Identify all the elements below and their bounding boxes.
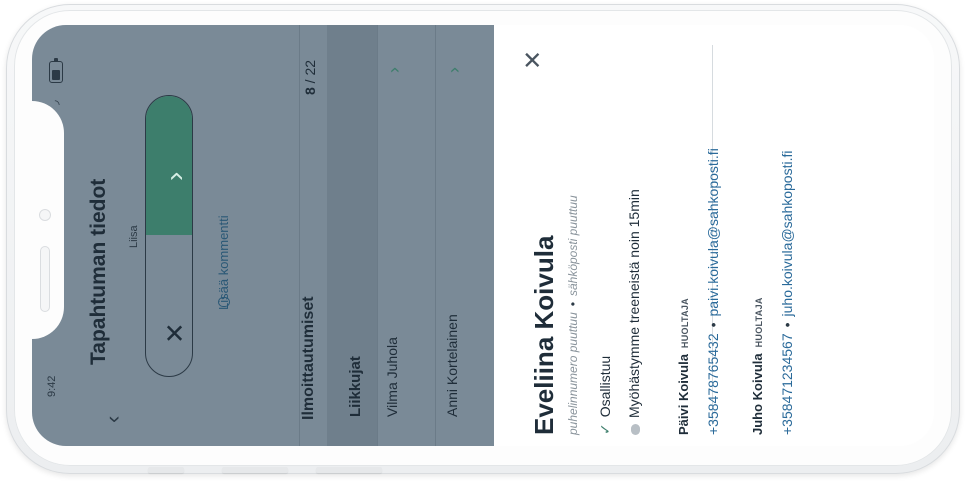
group-label: Liikkujat [347, 356, 364, 417]
guardian-role: HUOLTAJA [754, 297, 764, 348]
guardian-contact: +358471234567•juho.koivula@sahkoposti.fi [779, 150, 795, 436]
participant-comment: Myöhästymme treeneistä noin 15min [626, 189, 642, 435]
page-subtitle: Liisa [128, 225, 140, 248]
comment-icon [630, 424, 640, 435]
guardian-name: Juho Koivula [750, 353, 765, 435]
chevron-right-icon[interactable]: › [444, 67, 465, 73]
event-details-screen: 9:42 ◞ ‹ Tapahtuman tiedot Liisa › ✕ Lis… [32, 25, 494, 446]
chevron-icon: › [159, 171, 190, 181]
participant-name: Eveliina Koivula [529, 235, 559, 435]
row-divider [435, 25, 436, 446]
guardian-header: Juho Koivula HUOLTAJA [750, 297, 765, 435]
page-title: Tapahtuman tiedot [87, 178, 110, 365]
side-button [316, 467, 382, 473]
speaker-grille [40, 246, 50, 312]
email-missing: sähköposti puuttuu [566, 195, 580, 297]
guardian-role: HUOLTAJA [680, 298, 690, 349]
guardian-name: Päivi Koivula [676, 354, 691, 435]
wifi-icon: ◞ [47, 100, 61, 105]
registrations-count: 8 / 22 [302, 60, 318, 95]
participant-contact: puhelinnumero puuttuu•sähköposti puuttuu [566, 195, 580, 435]
total-count: / 22 [302, 59, 318, 84]
attend-yes-button[interactable] [146, 96, 192, 235]
status-label: Osallistuu [597, 355, 613, 418]
status-time: 9:42 [46, 375, 58, 397]
attendance-toggle[interactable]: › ✕ [145, 95, 193, 377]
close-icon[interactable]: ✕ [160, 322, 191, 344]
screen: 9:42 ◞ ‹ Tapahtuman tiedot Liisa › ✕ Lis… [32, 25, 934, 446]
registered-count: 8 [302, 87, 318, 95]
row-divider [377, 25, 378, 446]
attendance-status: ✓ Osallistuu [597, 356, 614, 435]
chevron-right-icon[interactable]: › [384, 67, 405, 73]
back-button[interactable]: ‹ [100, 416, 126, 423]
comment-text: Myöhästymme treeneistä noin 15min [626, 189, 642, 418]
camera-icon [39, 209, 51, 221]
side-button [222, 467, 288, 473]
phone-missing: puhelinnumero puuttuu [566, 312, 580, 435]
list-item-name[interactable]: Vilma Juhola [384, 337, 400, 417]
close-button[interactable]: ✕ [519, 50, 548, 70]
battery-icon [49, 58, 63, 83]
chevron-left-icon: ‹ [100, 415, 125, 423]
guardian-phone[interactable]: +358478765432 [705, 333, 721, 435]
guardian-phone[interactable]: +358471234567 [779, 333, 795, 435]
guardian-email[interactable]: juho.koivula@sahkoposti.fi [779, 151, 795, 317]
check-icon: ✓ [597, 423, 613, 435]
add-comment-link[interactable]: Lisää kommentti [216, 215, 231, 310]
registrations-title: Ilmoittautumiset [300, 296, 317, 420]
close-icon: ✕ [520, 49, 547, 70]
device-notch [32, 101, 64, 339]
guardian-email[interactable]: paivi.koivula@sahkoposti.fi [705, 148, 721, 316]
guardian-header: Päivi Koivula HUOLTAJA [676, 298, 691, 435]
participant-detail-panel: ✕ Eveliina Koivula puhelinnumero puuttuu… [494, 25, 934, 446]
side-button [148, 467, 184, 473]
list-item-name[interactable]: Anni Kortelainen [444, 314, 460, 417]
guardian-contact: +358478765432•paivi.koivula@sahkoposti.f… [705, 148, 721, 435]
